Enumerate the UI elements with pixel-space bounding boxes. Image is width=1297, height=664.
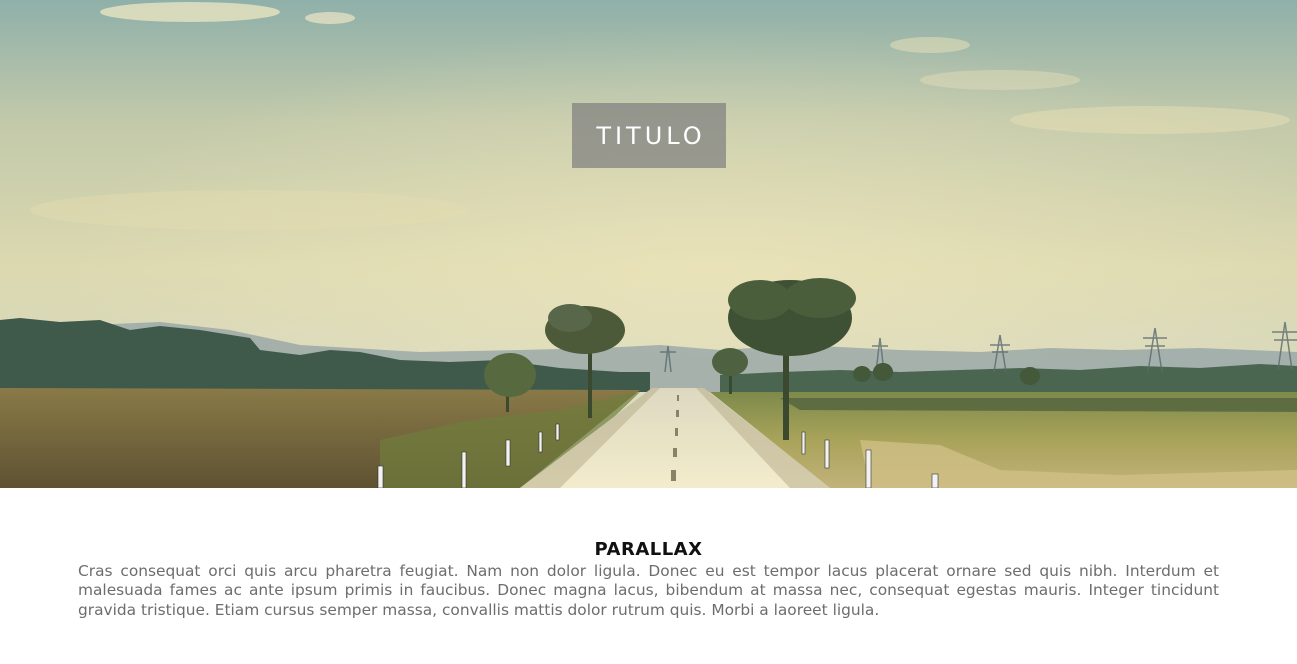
- hero-section: TITULO: [0, 0, 1297, 488]
- section-paragraph: Cras consequat orci quis arcu pharetra f…: [78, 562, 1219, 619]
- parallax-section: PARALLAX Cras consequat orci quis arcu p…: [0, 488, 1297, 664]
- hero-landscape-image: [0, 0, 1297, 488]
- hero-title: TITULO: [572, 103, 726, 168]
- section-title: PARALLAX: [594, 539, 703, 560]
